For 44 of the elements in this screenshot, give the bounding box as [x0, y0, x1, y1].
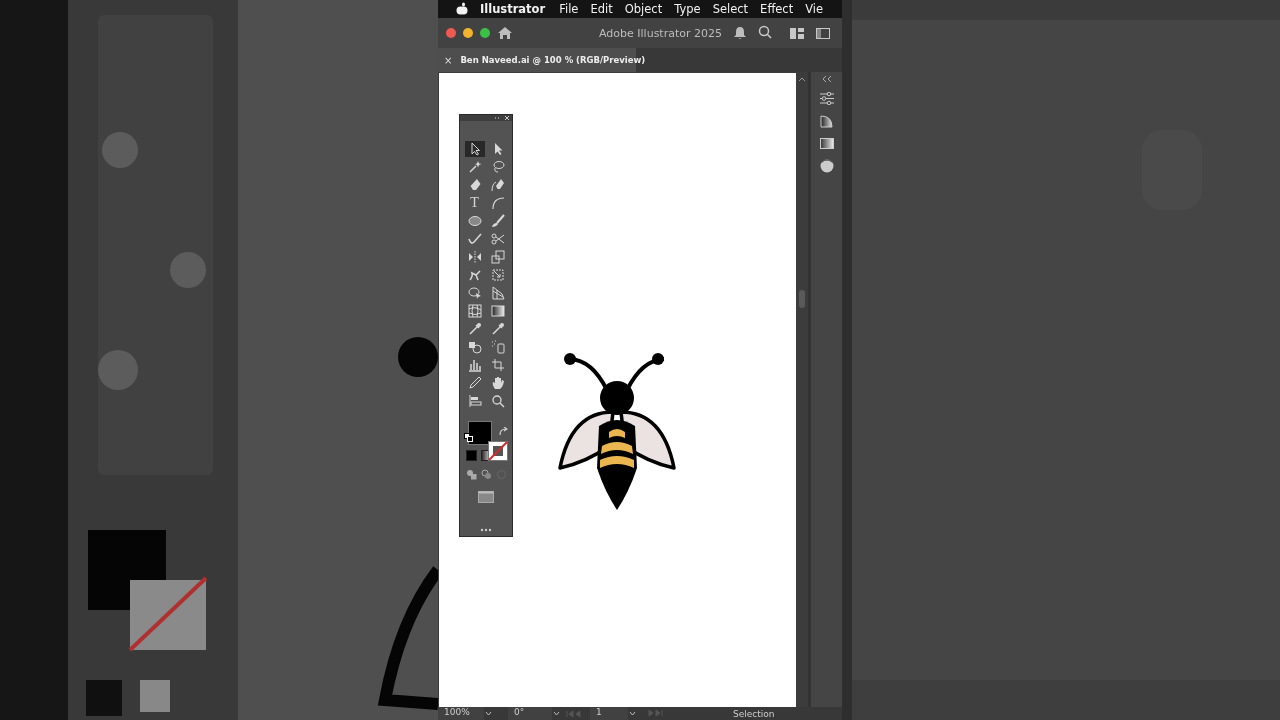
- type-tool[interactable]: T: [464, 195, 485, 211]
- close-icon[interactable]: [446, 28, 456, 38]
- collapse-icon[interactable]: [821, 76, 832, 82]
- menu-item[interactable]: Object: [624, 2, 663, 16]
- scroll-up-icon[interactable]: [798, 76, 806, 82]
- artboard-field[interactable]: 1: [590, 707, 628, 720]
- fill-swatch[interactable]: [468, 421, 492, 445]
- color-mode-icon[interactable]: [465, 450, 477, 461]
- draw-behind-icon[interactable]: [480, 469, 492, 480]
- maximize-icon[interactable]: [480, 28, 490, 38]
- panel-icon[interactable]: [816, 27, 830, 39]
- minimize-icon[interactable]: [463, 28, 473, 38]
- rotation-field[interactable]: 0°: [508, 707, 552, 720]
- menu-item[interactable]: Edit: [590, 2, 613, 16]
- menu-item[interactable]: Effect: [760, 2, 794, 16]
- swap-icon[interactable]: [499, 427, 508, 436]
- properties-icon[interactable]: [819, 92, 834, 105]
- stroke-swatch[interactable]: [488, 441, 508, 461]
- menu-item[interactable]: Vie: [805, 2, 824, 16]
- scroll-thumb[interactable]: [799, 290, 805, 308]
- caret-icon[interactable]: [484, 709, 493, 718]
- home-icon[interactable]: [497, 26, 513, 40]
- menu-item[interactable]: Select: [712, 2, 749, 16]
- grip-icon[interactable]: [494, 116, 500, 120]
- color-wheel-icon[interactable]: [819, 159, 834, 173]
- apple-icon[interactable]: [456, 2, 468, 16]
- draw-normal-icon[interactable]: [465, 469, 477, 480]
- more-icon[interactable]: [480, 528, 492, 532]
- zoom-field[interactable]: 100%: [438, 707, 484, 720]
- workspace-icon[interactable]: [790, 27, 804, 39]
- gradient-icon[interactable]: [819, 138, 834, 149]
- caret-icon[interactable]: [628, 709, 637, 718]
- tool-name: Selection: [733, 708, 775, 719]
- default-colors-icon[interactable]: [464, 433, 473, 442]
- bell-icon[interactable]: [734, 25, 746, 39]
- menu-item[interactable]: Illustrator: [480, 2, 546, 16]
- close-button[interactable]: ×: [444, 54, 453, 66]
- document-title: Ben Naveed.ai @ 100 % (RGB/Preview): [460, 55, 646, 65]
- window-title: Adobe Illustrator 2025: [599, 26, 722, 40]
- close-icon[interactable]: [504, 115, 510, 121]
- menu-item[interactable]: Type: [674, 2, 701, 16]
- search-icon[interactable]: [758, 24, 772, 39]
- menu-item[interactable]: File: [559, 2, 579, 16]
- caret-icon[interactable]: [552, 709, 561, 718]
